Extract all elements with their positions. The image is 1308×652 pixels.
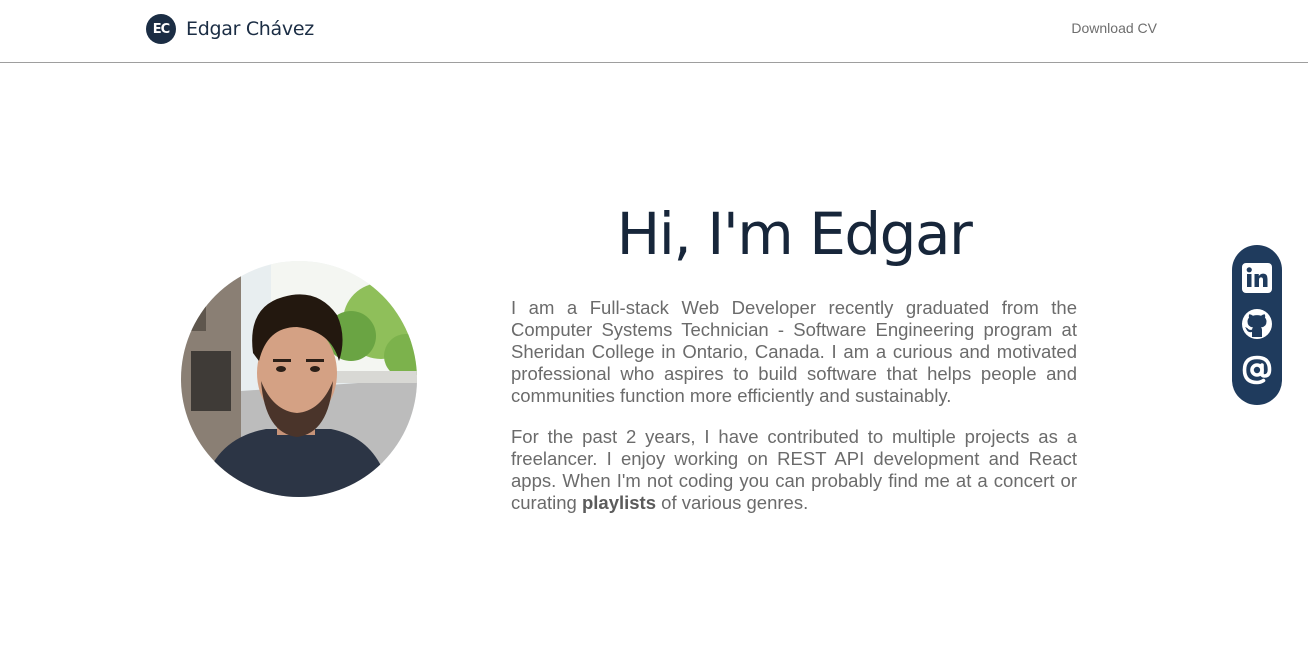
github-icon: [1242, 309, 1272, 339]
logo-mark: EC: [146, 14, 176, 44]
bio-paragraph-1: I am a Full-stack Web Developer recently…: [511, 297, 1077, 406]
profile-photo: [181, 261, 417, 497]
playlists-link[interactable]: playlists: [582, 492, 656, 513]
hero-heading: Hi, I'm Edgar: [616, 200, 973, 268]
site-header: EC Edgar Chávez Download CV: [0, 0, 1308, 63]
linkedin-link[interactable]: [1241, 262, 1273, 294]
brand-name: Edgar Chávez: [186, 18, 314, 40]
brand-logo-link[interactable]: EC Edgar Chávez: [146, 14, 314, 44]
download-cv-link[interactable]: Download CV: [1071, 20, 1157, 36]
bio-text: I am a Full-stack Web Developer recently…: [511, 297, 1077, 514]
email-at-icon: [1242, 355, 1272, 385]
linkedin-icon: [1242, 263, 1272, 293]
github-link[interactable]: [1241, 308, 1273, 340]
bio-paragraph-2: For the past 2 years, I have contributed…: [511, 426, 1077, 514]
bio-paragraph-2-end: of various genres.: [656, 492, 809, 513]
social-links-bar: [1232, 245, 1282, 405]
email-link[interactable]: [1241, 354, 1273, 386]
